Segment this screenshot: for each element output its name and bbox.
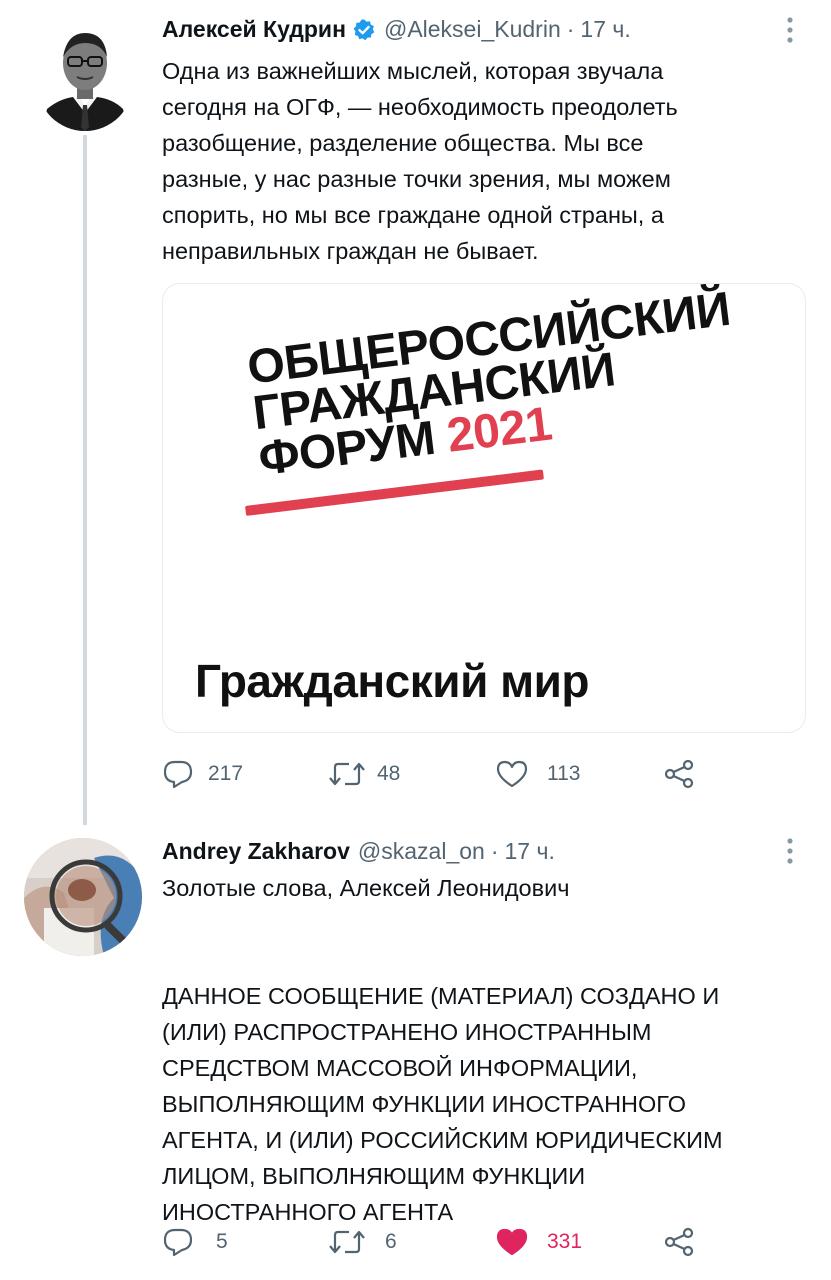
more-icon[interactable]	[785, 15, 795, 45]
like-count: 331	[547, 1230, 583, 1253]
verified-badge-icon	[352, 18, 376, 42]
forum-year: 2021	[444, 397, 555, 463]
separator-dot: ·	[490, 838, 499, 864]
more-icon[interactable]	[785, 836, 795, 866]
media-caption: Гражданский мир	[195, 655, 590, 707]
thread-connector-line	[83, 135, 87, 825]
reply-icon	[162, 1227, 194, 1257]
share-button[interactable]	[662, 1222, 696, 1262]
tweet-header: Алексей Кудрин @Aleksei_Kudrin · 17 ч.	[162, 16, 631, 43]
media-card[interactable]: ОБЩЕРОССИЙСКИЙ ГРАЖДАНСКИЙ ФОРУМ 2021 Гр…	[162, 283, 806, 733]
retweet-button[interactable]: 48	[327, 754, 400, 794]
like-button[interactable]: 113	[495, 754, 580, 794]
share-button[interactable]	[662, 754, 696, 794]
share-icon	[662, 1227, 696, 1257]
reply-button[interactable]: 217	[162, 754, 243, 794]
reply-button[interactable]: 5	[162, 1222, 228, 1262]
tweet-actions: 217 48 113	[162, 754, 722, 794]
retweet-count: 48	[377, 762, 401, 785]
author-handle[interactable]: @skazal_on	[358, 838, 485, 865]
reply-count: 217	[208, 762, 244, 785]
author-handle[interactable]: @Aleksei_Kudrin	[384, 16, 561, 43]
like-button[interactable]: 331	[495, 1222, 582, 1262]
tweet-text: Золотые слова, Алексей Леонидович ДАННОЕ…	[162, 875, 723, 1225]
like-count: 113	[547, 762, 581, 785]
retweet-icon	[327, 1227, 367, 1257]
avatar[interactable]	[24, 838, 142, 956]
tweet-text: Одна из важнейших мыслей, которая звучал…	[162, 58, 678, 264]
reply-count: 5	[216, 1230, 228, 1253]
avatar[interactable]	[37, 17, 133, 131]
retweet-count: 6	[385, 1230, 397, 1253]
timestamp[interactable]: 17 ч.	[580, 16, 630, 43]
retweet-icon	[327, 759, 367, 789]
like-icon-filled	[495, 1227, 529, 1257]
tweet-actions: 5 6 331	[162, 1222, 722, 1262]
author-name[interactable]: Andrey Zakharov	[162, 838, 350, 865]
share-icon	[662, 759, 696, 789]
separator-dot: ·	[566, 16, 575, 42]
forum-logo-text: ОБЩЕРОССИЙСКИЙ ГРАЖДАНСКИЙ ФОРУМ 2021	[245, 284, 744, 486]
reply-icon	[162, 759, 194, 789]
retweet-button[interactable]: 6	[327, 1222, 397, 1262]
author-name[interactable]: Алексей Кудрин	[162, 16, 346, 43]
like-icon	[495, 759, 529, 789]
timestamp[interactable]: 17 ч.	[505, 838, 555, 865]
tweet-header: Andrey Zakharov @skazal_on · 17 ч.	[162, 838, 555, 865]
